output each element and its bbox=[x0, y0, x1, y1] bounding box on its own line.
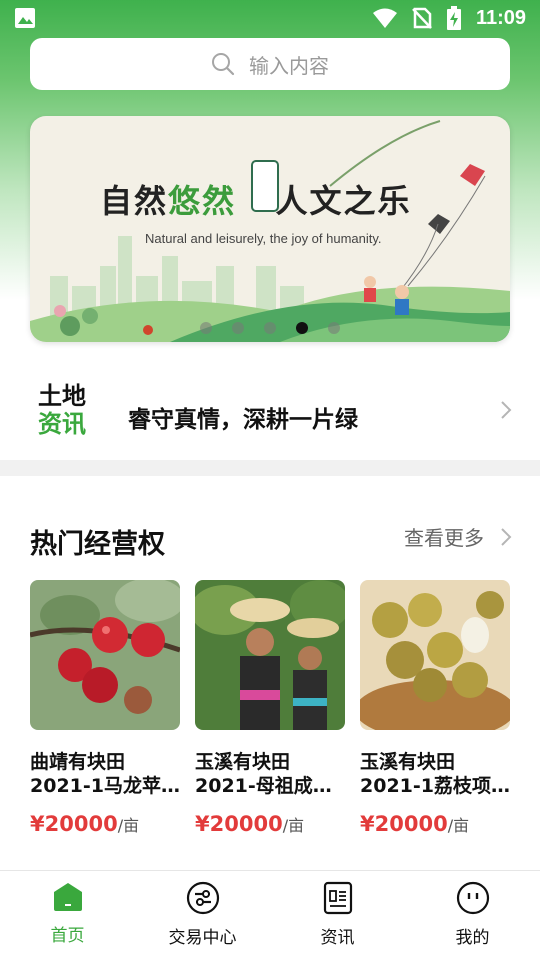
carousel-dot[interactable] bbox=[264, 322, 276, 334]
news-headline[interactable]: 睿守真情，深耕一片绿 bbox=[128, 400, 358, 434]
tab-exchange[interactable]: 交易中心 bbox=[135, 871, 270, 960]
land-news-logo: 土地 资讯 bbox=[38, 382, 86, 438]
chevron-right-icon bbox=[501, 527, 512, 546]
chevron-right-icon bbox=[501, 401, 512, 419]
tab-label: 交易中心 bbox=[168, 928, 237, 948]
carousel-dot[interactable] bbox=[328, 322, 340, 334]
home-icon bbox=[53, 883, 82, 911]
listing-title: 玉溪有块田 2021-1荔枝项… bbox=[360, 751, 510, 797]
listing-price: ¥20000/亩 bbox=[30, 812, 140, 836]
wifi-icon bbox=[372, 8, 397, 28]
tab-news[interactable]: 资讯 bbox=[270, 871, 405, 960]
listing-title: 玉溪有块田 2021-母祖成… bbox=[195, 751, 332, 797]
listing-card[interactable]: 玉溪有块田 2021-母祖成… ¥20000/亩 bbox=[195, 580, 345, 836]
section-divider bbox=[0, 460, 540, 476]
carousel-dot[interactable] bbox=[232, 322, 244, 334]
banner-carousel[interactable]: 自然悠然 人文之乐 Natural and leisurely, the joy… bbox=[30, 116, 510, 342]
no-sim-icon bbox=[412, 7, 432, 29]
listing-title: 曲靖有块田 2021-1马龙苹… bbox=[30, 751, 180, 797]
dancers-image bbox=[195, 580, 345, 730]
search-icon bbox=[212, 53, 235, 76]
listing-price: ¥20000/亩 bbox=[195, 812, 305, 836]
exchange-icon bbox=[186, 881, 219, 915]
banner-illustration bbox=[30, 120, 510, 342]
banner-title: 自然悠然 人文之乐 bbox=[100, 182, 412, 220]
search-input[interactable]: 输入内容 bbox=[30, 38, 510, 90]
bottom-tab-bar: 首页 交易中心 资讯 我的 bbox=[0, 870, 540, 960]
tab-label: 我的 bbox=[455, 928, 490, 948]
search-placeholder: 输入内容 bbox=[249, 53, 329, 78]
view-more-link[interactable]: 查看更多 bbox=[404, 522, 512, 551]
lychee-image bbox=[360, 580, 510, 730]
hot-list: 曲靖有块田 2021-1马龙苹… ¥20000/亩 玉溪有块田 2021-母祖成… bbox=[30, 580, 510, 836]
carousel-dot-active[interactable] bbox=[296, 322, 308, 334]
land-news-bar[interactable]: 土地 资讯 睿守真情，深耕一片绿 bbox=[0, 360, 540, 460]
tab-label: 资讯 bbox=[320, 928, 355, 948]
listing-card[interactable]: 玉溪有块田 2021-1荔枝项… ¥20000/亩 bbox=[360, 580, 510, 836]
news-icon bbox=[323, 881, 352, 915]
listing-card[interactable]: 曲靖有块田 2021-1马龙苹… ¥20000/亩 bbox=[30, 580, 180, 836]
hot-section-title: 热门经营权 bbox=[30, 529, 165, 560]
tab-label: 首页 bbox=[50, 926, 85, 946]
tab-profile[interactable]: 我的 bbox=[405, 871, 540, 960]
image-icon bbox=[15, 8, 35, 28]
clock: 11:09 bbox=[475, 6, 526, 29]
profile-icon bbox=[456, 881, 489, 915]
view-more-label: 查看更多 bbox=[404, 526, 484, 550]
battery-charging-icon bbox=[446, 6, 461, 30]
tab-home[interactable]: 首页 bbox=[0, 871, 135, 960]
carousel-dot[interactable] bbox=[200, 322, 212, 334]
carousel-indicators bbox=[30, 322, 510, 334]
status-bar: 11:09 bbox=[0, 0, 540, 36]
apples-image bbox=[30, 580, 180, 730]
listing-price: ¥20000/亩 bbox=[360, 812, 470, 836]
banner-subtitle: Natural and leisurely, the joy of humani… bbox=[145, 231, 382, 246]
